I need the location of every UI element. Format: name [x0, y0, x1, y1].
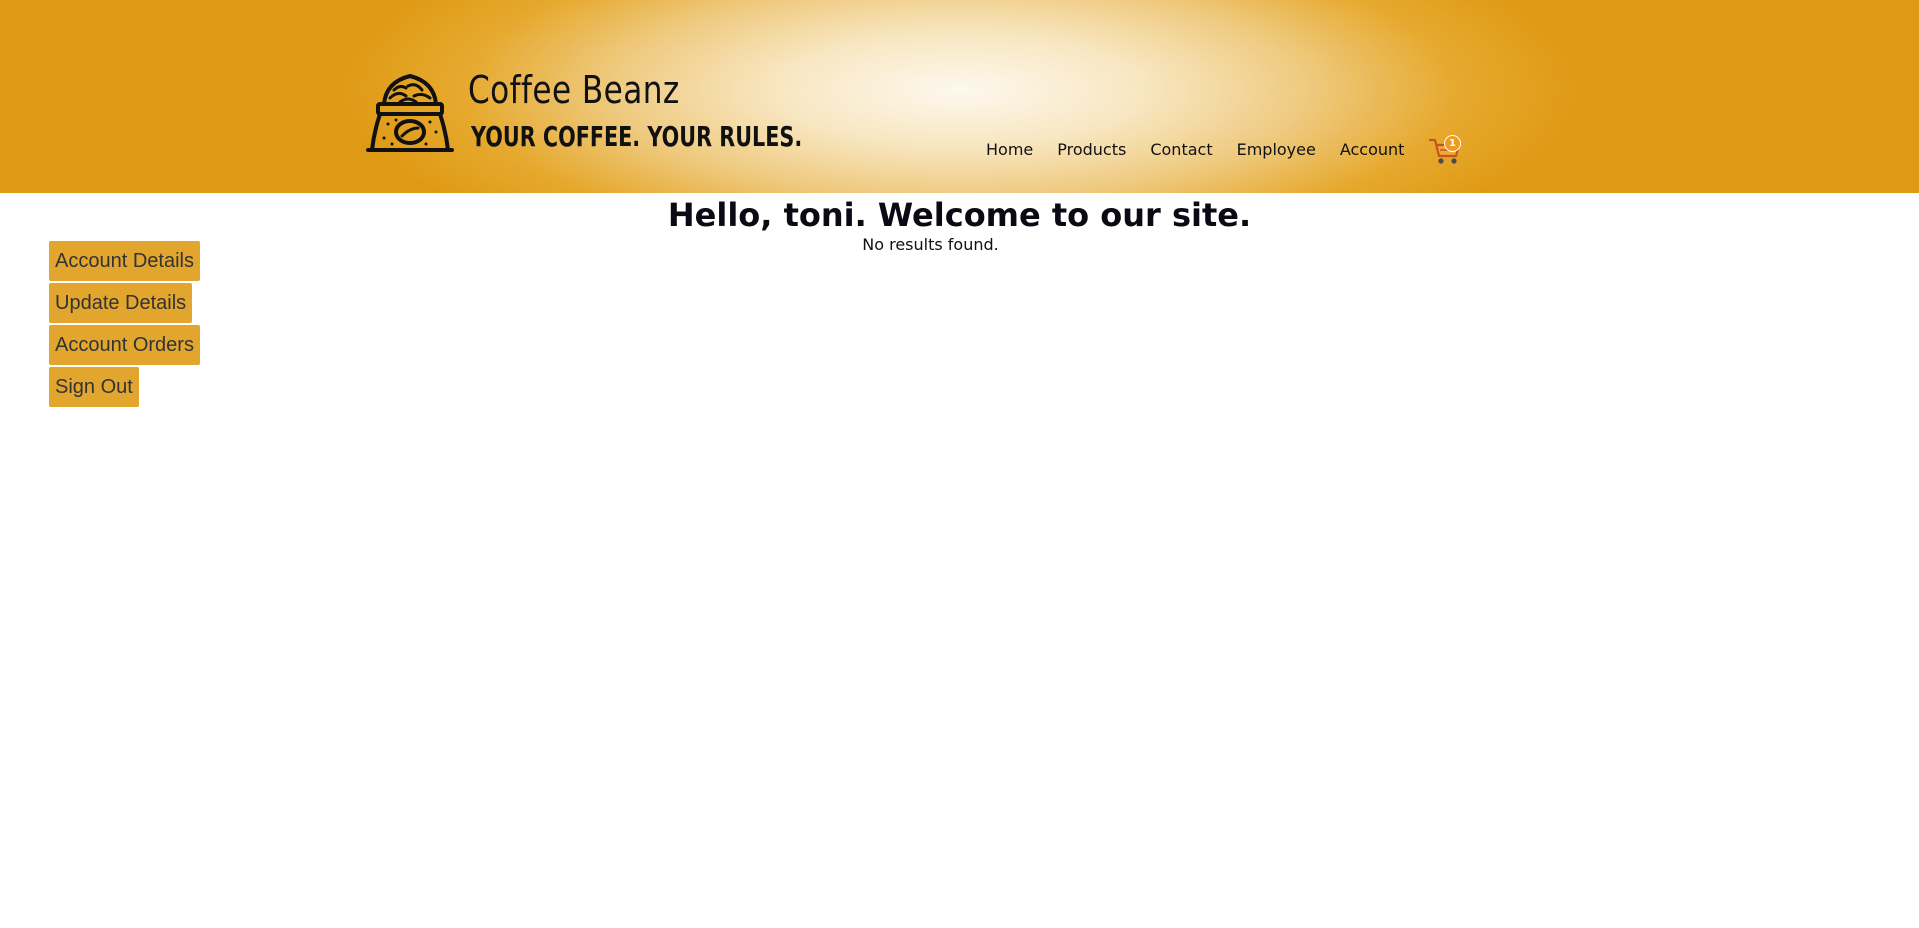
account-orders-button[interactable]: Account Orders: [49, 325, 200, 365]
nav-employee-link[interactable]: Employee: [1237, 140, 1316, 159]
account-side-menu: Account Details Update Details Account O…: [49, 241, 200, 407]
welcome-heading-text: Hello, toni. Welcome to our site.: [667, 196, 1252, 234]
nav-account-link[interactable]: Account: [1340, 140, 1405, 159]
nav-contact-link[interactable]: Contact: [1150, 140, 1212, 159]
nav-home-link[interactable]: Home: [986, 140, 1033, 159]
brand-tagline: YOUR COFFEE. YOUR RULES.: [471, 120, 803, 153]
sign-out-button[interactable]: Sign Out: [49, 367, 139, 407]
update-details-button[interactable]: Update Details: [49, 283, 193, 323]
nav-products-link[interactable]: Products: [1057, 140, 1126, 159]
welcome-heading: Hello, toni. Welcome to our site.: [0, 196, 1919, 234]
no-results-message: No results found.: [862, 235, 999, 254]
main-nav: Home Products Contact Employee Account: [974, 137, 1416, 161]
brand-name[interactable]: Coffee Beanz: [468, 68, 680, 112]
cart-count-badge: 1: [1444, 135, 1461, 152]
account-details-button[interactable]: Account Details: [49, 241, 200, 281]
cart-button[interactable]: 1: [1428, 134, 1464, 166]
coffee-sack-logo-icon[interactable]: [364, 70, 456, 156]
site-header: Coffee Beanz YOUR COFFEE. YOUR RULES. Ho…: [0, 0, 1919, 193]
